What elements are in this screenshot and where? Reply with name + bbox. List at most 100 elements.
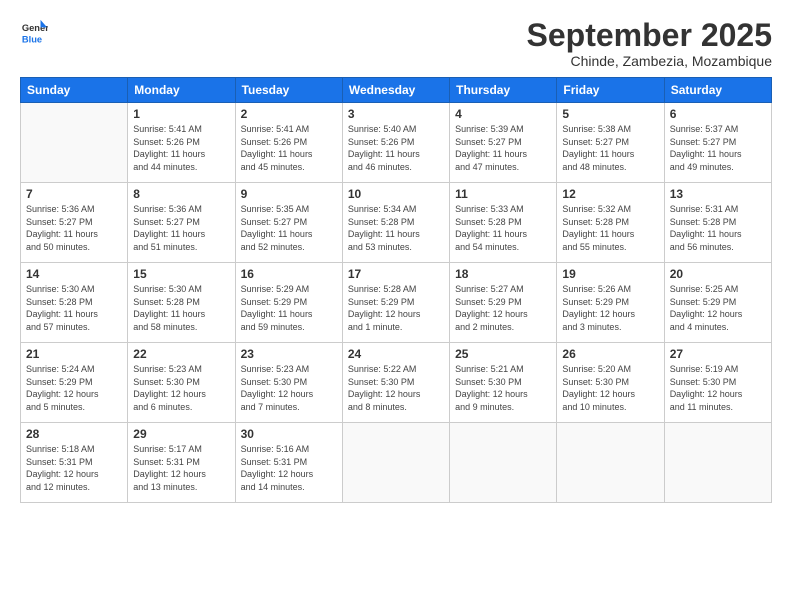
day-number: 22 xyxy=(133,347,229,361)
calendar-cell: 22 Sunrise: 5:23 AM Sunset: 5:30 PM Dayli… xyxy=(128,343,235,423)
weekday-header-row: SundayMondayTuesdayWednesdayThursdayFrid… xyxy=(21,78,772,103)
calendar-cell xyxy=(450,423,557,503)
weekday-header-sunday: Sunday xyxy=(21,78,128,103)
calendar-cell: 19 Sunrise: 5:26 AM Sunset: 5:29 PM Dayli… xyxy=(557,263,664,343)
week-row-1: 1 Sunrise: 5:41 AM Sunset: 5:26 PM Daylig… xyxy=(21,103,772,183)
calendar-cell: 14 Sunrise: 5:30 AM Sunset: 5:28 PM Dayli… xyxy=(21,263,128,343)
calendar-cell: 5 Sunrise: 5:38 AM Sunset: 5:27 PM Daylig… xyxy=(557,103,664,183)
title-block: September 2025 Chinde, Zambezia, Mozambi… xyxy=(527,18,772,69)
day-info: Sunrise: 5:23 AM Sunset: 5:30 PM Dayligh… xyxy=(133,363,229,413)
calendar-cell: 27Sunrise: 5:19 AM Sunset: 5:30 PM Dayli… xyxy=(664,343,771,423)
week-row-4: 21Sunrise: 5:24 AM Sunset: 5:29 PM Dayli… xyxy=(21,343,772,423)
day-info: Sunrise: 5:34 AM Sunset: 5:28 PM Dayligh… xyxy=(348,203,444,253)
calendar-cell: 8Sunrise: 5:36 AM Sunset: 5:27 PM Daylig… xyxy=(128,183,235,263)
calendar-cell: 17 Sunrise: 5:28 AM Sunset: 5:29 PM Dayli… xyxy=(342,263,449,343)
day-info: Sunrise: 5:18 AM Sunset: 5:31 PM Dayligh… xyxy=(26,443,122,493)
day-info: Sunrise: 5:16 AM Sunset: 5:31 PM Dayligh… xyxy=(241,443,337,493)
day-info: Sunrise: 5:30 AM Sunset: 5:28 PM Dayligh… xyxy=(26,283,122,333)
day-info: Sunrise: 5:26 AM Sunset: 5:29 PM Dayligh… xyxy=(562,283,658,333)
day-number: 24 xyxy=(348,347,444,361)
calendar-cell: 28 Sunrise: 5:18 AM Sunset: 5:31 PM Dayli… xyxy=(21,423,128,503)
day-number: 4 xyxy=(455,107,551,121)
day-number: 5 xyxy=(562,107,658,121)
day-info: Sunrise: 5:17 AM Sunset: 5:31 PM Dayligh… xyxy=(133,443,229,493)
day-number: 27 xyxy=(670,347,766,361)
day-info: Sunrise: 5:37 AM Sunset: 5:27 PM Dayligh… xyxy=(670,123,766,173)
day-info: Sunrise: 5:30 AM Sunset: 5:28 PM Dayligh… xyxy=(133,283,229,333)
calendar-cell: 4 Sunrise: 5:39 AM Sunset: 5:27 PM Daylig… xyxy=(450,103,557,183)
calendar-cell: 2 Sunrise: 5:41 AM Sunset: 5:26 PM Daylig… xyxy=(235,103,342,183)
day-info: Sunrise: 5:38 AM Sunset: 5:27 PM Dayligh… xyxy=(562,123,658,173)
calendar-cell: 24 Sunrise: 5:22 AM Sunset: 5:30 PM Dayli… xyxy=(342,343,449,423)
day-number: 30 xyxy=(241,427,337,441)
week-row-2: 7 Sunrise: 5:36 AM Sunset: 5:27 PM Daylig… xyxy=(21,183,772,263)
day-number: 25 xyxy=(455,347,551,361)
calendar-cell: 10 Sunrise: 5:34 AM Sunset: 5:28 PM Dayli… xyxy=(342,183,449,263)
day-info: Sunrise: 5:28 AM Sunset: 5:29 PM Dayligh… xyxy=(348,283,444,333)
day-number: 15 xyxy=(133,267,229,281)
calendar-cell xyxy=(21,103,128,183)
calendar-cell: 9 Sunrise: 5:35 AM Sunset: 5:27 PM Daylig… xyxy=(235,183,342,263)
day-info: Sunrise: 5:21 AM Sunset: 5:30 PM Dayligh… xyxy=(455,363,551,413)
day-number: 17 xyxy=(348,267,444,281)
day-number: 10 xyxy=(348,187,444,201)
calendar-cell: 21Sunrise: 5:24 AM Sunset: 5:29 PM Dayli… xyxy=(21,343,128,423)
day-number: 8 xyxy=(133,187,229,201)
weekday-header-wednesday: Wednesday xyxy=(342,78,449,103)
day-info: Sunrise: 5:41 AM Sunset: 5:26 PM Dayligh… xyxy=(241,123,337,173)
day-number: 3 xyxy=(348,107,444,121)
day-number: 13 xyxy=(670,187,766,201)
day-number: 1 xyxy=(133,107,229,121)
header: General Blue September 2025 Chinde, Zamb… xyxy=(20,18,772,69)
day-number: 20 xyxy=(670,267,766,281)
day-number: 23 xyxy=(241,347,337,361)
day-number: 12 xyxy=(562,187,658,201)
day-info: Sunrise: 5:27 AM Sunset: 5:29 PM Dayligh… xyxy=(455,283,551,333)
day-number: 28 xyxy=(26,427,122,441)
day-number: 19 xyxy=(562,267,658,281)
calendar-table: SundayMondayTuesdayWednesdayThursdayFrid… xyxy=(20,77,772,503)
calendar-cell: 12 Sunrise: 5:32 AM Sunset: 5:28 PM Dayli… xyxy=(557,183,664,263)
calendar-cell xyxy=(664,423,771,503)
day-info: Sunrise: 5:32 AM Sunset: 5:28 PM Dayligh… xyxy=(562,203,658,253)
day-info: Sunrise: 5:29 AM Sunset: 5:29 PM Dayligh… xyxy=(241,283,337,333)
calendar-cell: 15 Sunrise: 5:30 AM Sunset: 5:28 PM Dayli… xyxy=(128,263,235,343)
page: General Blue September 2025 Chinde, Zamb… xyxy=(0,0,792,612)
day-number: 2 xyxy=(241,107,337,121)
day-info: Sunrise: 5:35 AM Sunset: 5:27 PM Dayligh… xyxy=(241,203,337,253)
day-info: Sunrise: 5:23 AM Sunset: 5:30 PM Dayligh… xyxy=(241,363,337,413)
calendar-cell: 20 Sunrise: 5:25 AM Sunset: 5:29 PM Dayli… xyxy=(664,263,771,343)
svg-text:Blue: Blue xyxy=(22,34,42,44)
day-info: Sunrise: 5:39 AM Sunset: 5:27 PM Dayligh… xyxy=(455,123,551,173)
day-info: Sunrise: 5:22 AM Sunset: 5:30 PM Dayligh… xyxy=(348,363,444,413)
weekday-header-monday: Monday xyxy=(128,78,235,103)
calendar-cell xyxy=(557,423,664,503)
calendar-cell xyxy=(342,423,449,503)
day-number: 7 xyxy=(26,187,122,201)
calendar-cell: 13 Sunrise: 5:31 AM Sunset: 5:28 PM Dayli… xyxy=(664,183,771,263)
day-info: Sunrise: 5:41 AM Sunset: 5:26 PM Dayligh… xyxy=(133,123,229,173)
calendar-cell: 11Sunrise: 5:33 AM Sunset: 5:28 PM Dayli… xyxy=(450,183,557,263)
day-number: 11 xyxy=(455,187,551,201)
calendar-cell: 23 Sunrise: 5:23 AM Sunset: 5:30 PM Dayli… xyxy=(235,343,342,423)
week-row-3: 14 Sunrise: 5:30 AM Sunset: 5:28 PM Dayli… xyxy=(21,263,772,343)
calendar-cell: 29 Sunrise: 5:17 AM Sunset: 5:31 PM Dayli… xyxy=(128,423,235,503)
day-number: 21 xyxy=(26,347,122,361)
day-info: Sunrise: 5:25 AM Sunset: 5:29 PM Dayligh… xyxy=(670,283,766,333)
location-subtitle: Chinde, Zambezia, Mozambique xyxy=(527,53,772,69)
logo-icon: General Blue xyxy=(20,18,48,46)
day-info: Sunrise: 5:36 AM Sunset: 5:27 PM Dayligh… xyxy=(26,203,122,253)
calendar-cell: 6Sunrise: 5:37 AM Sunset: 5:27 PM Daylig… xyxy=(664,103,771,183)
weekday-header-tuesday: Tuesday xyxy=(235,78,342,103)
day-number: 9 xyxy=(241,187,337,201)
calendar-cell: 18Sunrise: 5:27 AM Sunset: 5:29 PM Dayli… xyxy=(450,263,557,343)
day-info: Sunrise: 5:31 AM Sunset: 5:28 PM Dayligh… xyxy=(670,203,766,253)
calendar-cell: 1 Sunrise: 5:41 AM Sunset: 5:26 PM Daylig… xyxy=(128,103,235,183)
day-number: 14 xyxy=(26,267,122,281)
calendar-cell: 25 Sunrise: 5:21 AM Sunset: 5:30 PM Dayli… xyxy=(450,343,557,423)
day-info: Sunrise: 5:20 AM Sunset: 5:30 PM Dayligh… xyxy=(562,363,658,413)
weekday-header-saturday: Saturday xyxy=(664,78,771,103)
day-number: 29 xyxy=(133,427,229,441)
day-number: 26 xyxy=(562,347,658,361)
calendar-cell: 3Sunrise: 5:40 AM Sunset: 5:26 PM Daylig… xyxy=(342,103,449,183)
